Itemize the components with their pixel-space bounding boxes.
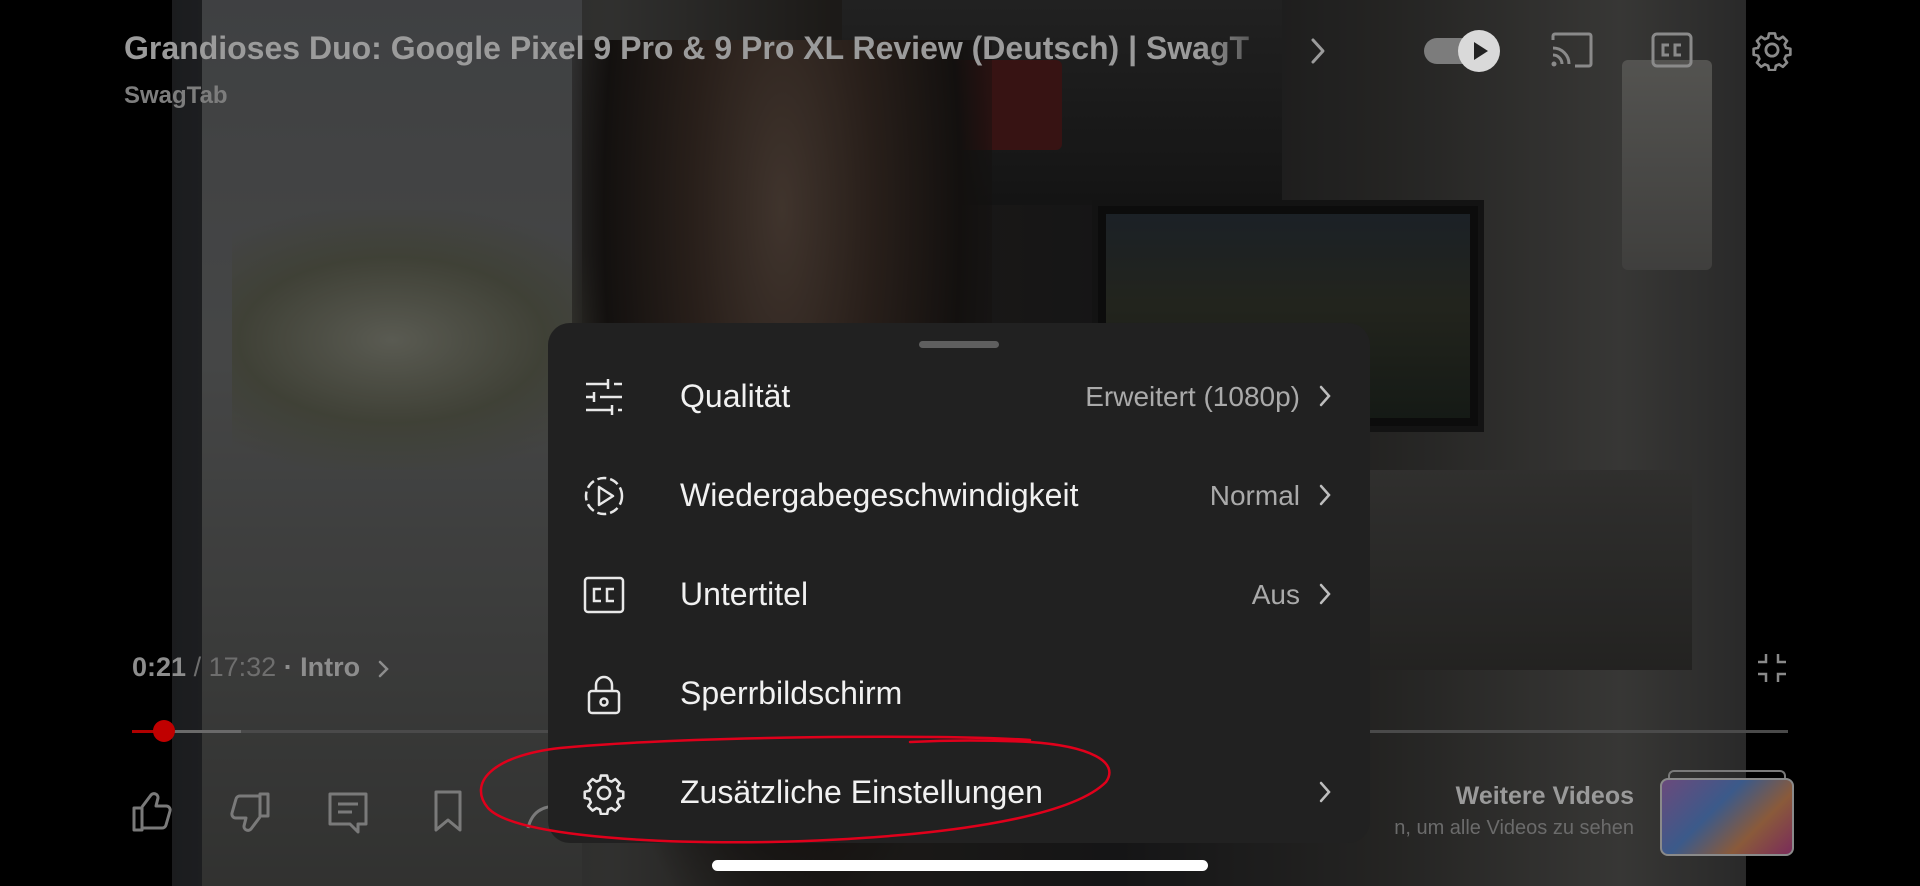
chevron-right-icon — [1319, 583, 1331, 605]
time-separator: / — [193, 652, 202, 682]
autoplay-toggle-icon — [1458, 30, 1500, 72]
captions-button[interactable] — [1646, 24, 1698, 76]
menu-item-value: Erweitert (1080p) — [1085, 381, 1300, 412]
exit-fullscreen-icon[interactable] — [1756, 652, 1788, 684]
duration: 17:32 — [208, 652, 277, 682]
menu-item-subtitles[interactable]: Untertitel Aus — [548, 545, 1370, 644]
menu-item-label: Wiedergabegeschwindigkeit — [680, 477, 1079, 513]
title-chevron-icon[interactable] — [1306, 34, 1330, 68]
chapter-chevron-icon — [378, 660, 389, 678]
cc-icon — [583, 576, 625, 614]
gear-icon — [583, 774, 625, 815]
lock-icon — [587, 675, 621, 715]
menu-item-value: Normal — [1209, 480, 1300, 511]
channel-name[interactable]: SwagTab — [124, 82, 228, 110]
gear-icon — [1752, 32, 1792, 71]
like-icon[interactable] — [128, 788, 176, 836]
menu-item-playback-speed[interactable]: Wiedergabegeschwindigkeit Normal — [548, 446, 1370, 545]
more-videos-title: Weitere Videos — [1455, 782, 1634, 810]
menu-item-label: Qualität — [680, 378, 791, 414]
chevron-right-icon — [1319, 385, 1331, 407]
home-indicator[interactable] — [712, 860, 1208, 871]
time-display[interactable]: 0:21 / 17:32 · Intro — [132, 652, 390, 683]
dislike-icon[interactable] — [226, 788, 274, 836]
menu-item-lock-screen[interactable]: Sperrbildschirm — [548, 644, 1370, 743]
current-time: 0:21 — [132, 652, 187, 682]
menu-item-value: Aus — [1251, 579, 1300, 610]
menu-item-label: Sperrbildschirm — [680, 675, 903, 711]
comments-icon[interactable] — [324, 788, 372, 836]
settings-button[interactable] — [1746, 24, 1798, 76]
more-videos[interactable]: Weitere Videos n, um alle Videos zu sehe… — [1394, 782, 1634, 840]
menu-item-quality[interactable]: Qualität Erweitert (1080p) — [548, 347, 1370, 446]
menu-item-label: Untertitel — [680, 576, 809, 612]
more-videos-stack — [1668, 770, 1786, 778]
playback-speed-icon — [584, 476, 624, 516]
cc-icon — [1651, 32, 1693, 68]
save-icon[interactable] — [424, 788, 472, 836]
menu-item-label: Zusätzliche Einstellungen — [680, 774, 1043, 810]
more-videos-thumbnail[interactable] — [1660, 778, 1794, 856]
cast-button[interactable] — [1546, 24, 1598, 76]
settings-sheet: Qualität Erweitert (1080p) Wiedergabeges… — [548, 323, 1370, 843]
chapter-label: · Intro — [283, 652, 361, 682]
more-videos-subtitle: n, um alle Videos zu sehen — [1394, 817, 1634, 839]
cast-icon — [1551, 32, 1593, 68]
autoplay-toggle[interactable] — [1424, 30, 1500, 72]
sliders-icon — [586, 379, 622, 415]
video-title[interactable]: Grandioses Duo: Google Pixel 9 Pro & 9 P… — [124, 30, 1294, 74]
chevron-right-icon — [1319, 484, 1331, 506]
chevron-right-icon — [1319, 781, 1331, 803]
menu-item-additional-settings[interactable]: Zusätzliche Einstellungen — [548, 743, 1370, 842]
